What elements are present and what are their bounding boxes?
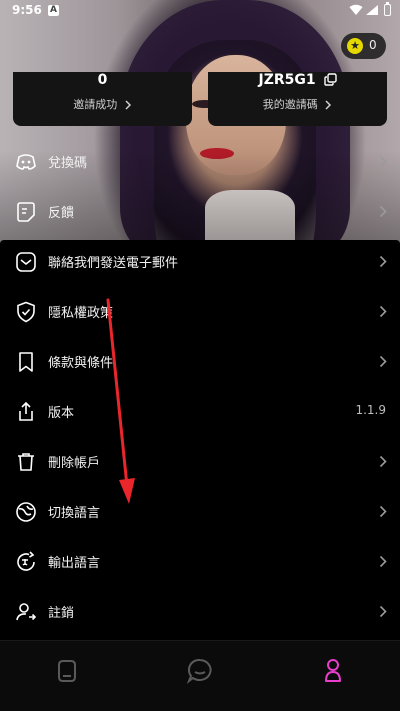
menu-item-feedback[interactable]: 反饋 — [0, 187, 400, 237]
bottom-tab-bar — [0, 640, 400, 711]
chevron-right-icon — [379, 155, 387, 168]
menu-item-label: 註銷 — [48, 606, 75, 621]
copy-icon[interactable] — [323, 73, 337, 86]
chevron-right-icon — [379, 355, 387, 368]
translate-output-icon — [17, 551, 35, 571]
chevron-right-icon — [125, 100, 131, 110]
invite-code-label-row: 我的邀請碼 — [208, 96, 387, 112]
menu-item-label: 刪除帳戶 — [48, 456, 101, 471]
tab-home[interactable] — [47, 651, 87, 691]
chevron-right-icon — [379, 555, 387, 568]
star-coin-icon: ★ — [347, 38, 363, 54]
wifi-icon — [349, 4, 363, 16]
invites-count: 0 — [97, 72, 108, 88]
menu-item-label: 反饋 — [48, 206, 75, 221]
notification-a-icon: A — [48, 5, 59, 16]
invites-label: 邀請成功 — [73, 98, 118, 111]
discord-icon — [16, 154, 36, 170]
chevron-right-icon — [379, 505, 387, 518]
invites-card[interactable]: 0 邀請成功 — [13, 72, 192, 126]
menu-item-contact-email[interactable]: 聯絡我們發送電子郵件 — [0, 237, 400, 287]
menu-item-terms[interactable]: 條款與條件 — [0, 337, 400, 387]
menu-item-delete-account[interactable]: 刪除帳戶 — [0, 437, 400, 487]
chevron-right-icon — [379, 455, 387, 468]
coin-balance-pill[interactable]: ★ 0 — [341, 33, 386, 59]
chevron-right-icon — [379, 255, 387, 268]
menu-item-switch-language[interactable]: 切換語言 — [0, 487, 400, 537]
menu-item-label: 條款與條件 — [48, 356, 114, 371]
trash-icon — [18, 453, 34, 471]
home-icon — [58, 660, 76, 682]
chevron-right-icon — [379, 605, 387, 618]
menu-item-output-language[interactable]: 輸出語言 — [0, 537, 400, 587]
tab-profile[interactable] — [313, 651, 353, 691]
version-number: 1.1.9 — [355, 403, 386, 417]
menu-item-label: 隱私權政策 — [48, 306, 114, 321]
tab-chat[interactable] — [180, 651, 220, 691]
bookmark-icon — [19, 352, 33, 372]
logout-icon — [16, 603, 37, 621]
status-bar: 9:56 A — [0, 0, 400, 22]
menu-item-label: 兌換碼 — [48, 156, 88, 171]
chevron-right-icon — [325, 100, 332, 110]
invite-code-label: 我的邀請碼 — [262, 98, 318, 111]
chevron-right-icon — [379, 305, 387, 318]
status-time: 9:56 — [12, 3, 42, 17]
invite-code-card[interactable]: JZR5G1 我的邀請碼 — [208, 72, 387, 126]
invites-label-row: 邀請成功 — [13, 96, 192, 112]
signal-icon — [366, 5, 378, 15]
battery-icon — [384, 2, 391, 16]
share-icon — [19, 401, 33, 421]
note-icon — [17, 202, 35, 222]
menu-item-label: 聯絡我們發送電子郵件 — [48, 256, 179, 271]
menu-item-label: 輸出語言 — [48, 556, 101, 571]
menu-item-redeem-code[interactable]: 兌換碼 — [0, 137, 400, 187]
menu-item-version[interactable]: 版本 1.1.9 — [0, 387, 400, 437]
chat-icon — [186, 658, 212, 684]
shield-check-icon — [17, 301, 35, 323]
profile-icon — [325, 659, 341, 682]
menu-item-label: 切換語言 — [48, 506, 101, 521]
invite-code: JZR5G1 — [258, 72, 316, 88]
invite-code-row: JZR5G1 — [208, 72, 387, 88]
menu-item-label: 版本 — [48, 406, 75, 421]
menu-item-logout[interactable]: 註銷 — [0, 587, 400, 637]
menu-item-privacy-policy[interactable]: 隱私權政策 — [0, 287, 400, 337]
mail-icon — [16, 252, 36, 272]
chevron-right-icon — [379, 205, 387, 218]
translate-icon — [16, 502, 36, 522]
coin-count: 0 — [369, 38, 377, 52]
